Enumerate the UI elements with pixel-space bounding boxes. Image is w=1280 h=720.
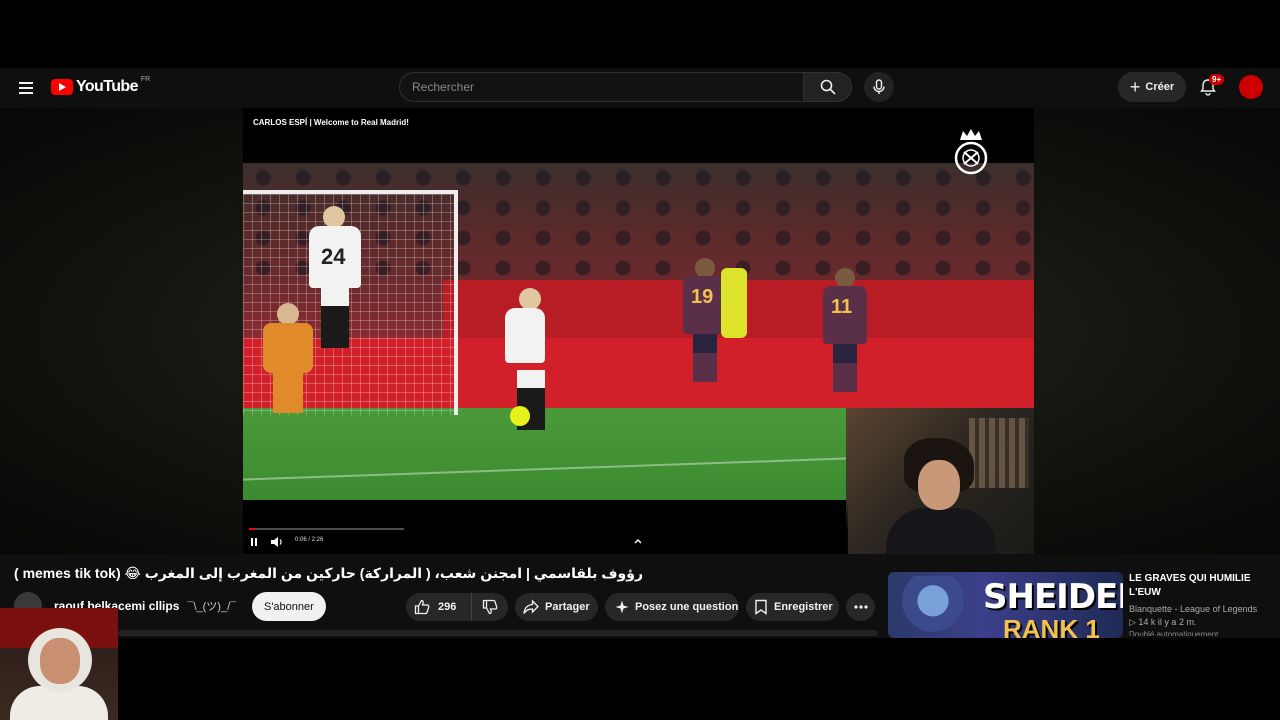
video-player[interactable]: 24 19 11 CARLOS ESPÍ | Welcome to Real M… (243, 108, 1034, 554)
subscribe-button[interactable]: S'abonner (252, 592, 326, 621)
streamer-webcam (846, 408, 1034, 554)
ask-question-button[interactable]: Posez une question (605, 593, 739, 621)
thumbs-up-icon (414, 599, 430, 615)
recommended-channel[interactable]: Blanquette - League of Legends (1129, 604, 1264, 614)
search-bar (399, 72, 852, 102)
video-frame-player-white (505, 288, 549, 430)
progress-bar[interactable] (249, 528, 404, 530)
ask-label: Posez une question (635, 601, 739, 613)
video-frame-goalkeeper (263, 303, 313, 413)
thumbs-down-icon (482, 599, 498, 615)
search-input[interactable] (399, 72, 804, 102)
notification-badge: 9+ (1209, 74, 1225, 85)
sparkle-icon (615, 600, 629, 614)
like-button[interactable]: 296 (406, 593, 472, 621)
video-frame-pitch (243, 408, 848, 500)
progress-fill (249, 528, 256, 530)
search-button[interactable] (804, 72, 852, 102)
video-frame-player-24: 24 (309, 206, 361, 348)
share-label: Partager (545, 601, 590, 613)
thumbnail-character (898, 576, 968, 638)
recommended-video[interactable]: SHEIDEN RANK 1 LE GRAVES QUI HUMILIE L'E… (888, 572, 1268, 638)
channel-kaomoji: ¯\_(ツ)_/¯ (187, 601, 237, 613)
volume-icon[interactable] (270, 535, 284, 549)
search-icon (820, 79, 836, 95)
menu-icon[interactable] (12, 74, 40, 102)
time-display: 0:06 / 2:26 (295, 537, 324, 543)
share-button[interactable]: Partager (515, 593, 598, 621)
like-count: 296 (438, 601, 457, 613)
notifications-button[interactable]: 9+ (1196, 74, 1225, 99)
like-dislike-group: 296 (406, 593, 508, 621)
create-label: Créer (1145, 81, 1175, 93)
voice-search-button[interactable] (864, 72, 894, 102)
video-title: رؤوف بلقاسمي | امجنن شعب، ( المراركة) حا… (14, 565, 644, 581)
share-icon (523, 599, 539, 614)
create-button[interactable]: + Créer (1118, 72, 1186, 102)
description-box-edge (118, 630, 878, 636)
recommended-meta: ▷ 14 k il y a 2 m. (1129, 617, 1197, 627)
player-controls-gradient (243, 500, 848, 554)
thumbnail-text: SHEIDEN (983, 577, 1123, 617)
youtube-logo[interactable]: YouTube FR (51, 75, 151, 96)
top-bar: YouTube FR + Créer 9+ (0, 68, 1280, 108)
video-details: رؤوف بلقاسمي | امجنن شعب، ( المراركة) حا… (0, 554, 1280, 638)
save-label: Enregistrer (774, 601, 833, 613)
chevron-up-icon[interactable] (633, 536, 643, 546)
shirt-number: 19 (691, 286, 714, 308)
screen: YouTube FR + Créer 9+ 24 (0, 0, 1280, 720)
recommended-title[interactable]: LE GRAVES QUI HUMILIE L'EUW (1129, 572, 1264, 600)
video-frame-player-11: 11 (823, 268, 867, 392)
dislike-button[interactable] (472, 593, 508, 621)
pause-icon[interactable] (251, 536, 263, 548)
more-horizontal-icon (853, 605, 868, 609)
shirt-number: 24 (321, 244, 346, 269)
save-button[interactable]: Enregistrer (746, 593, 839, 621)
plus-icon: + (1129, 77, 1141, 97)
youtube-play-icon (51, 79, 73, 95)
microphone-icon (873, 79, 885, 94)
logo-text: YouTube (76, 78, 138, 95)
more-actions-button[interactable] (846, 593, 875, 621)
country-code: FR (140, 75, 151, 83)
shirt-number: 11 (831, 296, 853, 318)
bookmark-icon (755, 599, 767, 615)
video-caption: CARLOS ESPÍ | Welcome to Real Madrid! (253, 118, 409, 127)
video-frame-ball (510, 406, 530, 426)
video-frame-steward (721, 268, 747, 338)
real-madrid-crest-icon (954, 129, 988, 175)
thumbnail-subtext: RANK 1 (1003, 614, 1100, 638)
recommended-extra: Doublé automatiquement (1129, 630, 1219, 636)
recommended-info: LE GRAVES QUI HUMILIE L'EUW Blanquette -… (1129, 572, 1264, 636)
recommended-thumbnail[interactable]: SHEIDEN RANK 1 (888, 572, 1123, 638)
account-avatar[interactable] (1239, 75, 1263, 99)
overlay-webcam (0, 608, 118, 720)
